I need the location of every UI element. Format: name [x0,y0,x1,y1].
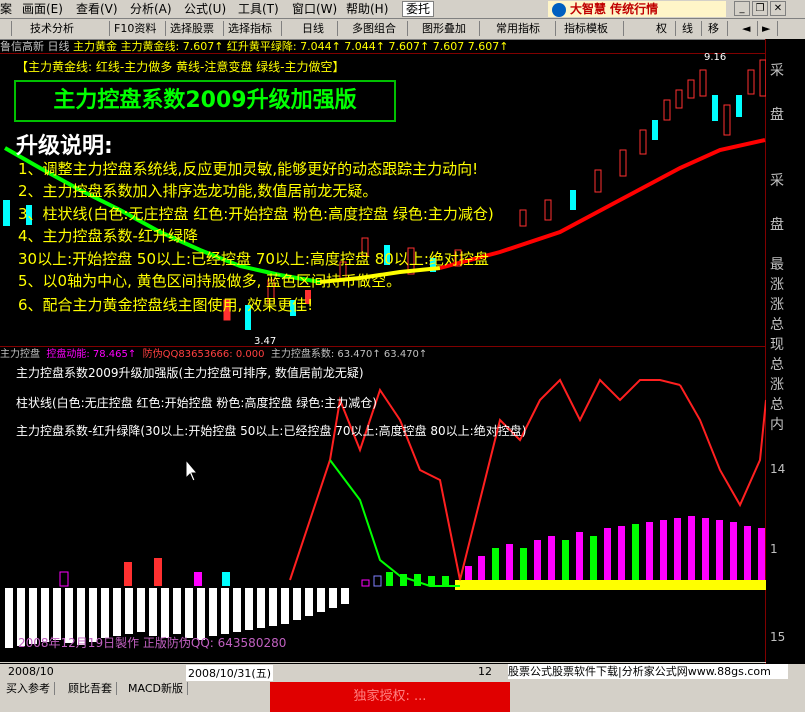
note-1: 1、调整主力控盘系统线,反应更加灵敏,能够更好的动态跟踪主力动向! [18,160,479,178]
indicator-coef: 主力控盘系数: 63.470↑ 63.470↑ [270,349,428,360]
watermark: 2008年12月19日製作 正版防伪QQ: 643580280 [18,636,287,650]
right-side-0: 最 [770,257,784,273]
indicator-label: 主力控盘 [0,349,40,360]
indicator-header: 主力控盘 控盘动能: 78.465↑ 防伪QQ83653666: 0.000 主… [0,348,427,362]
sub-note-1: 主力控盘系数2009升级加强版(主力控盘可排序, 数值居前龙无疑) [16,366,364,380]
indicator-anti: 防伪QQ83653666: 0.000 [142,349,265,360]
date-end: 12 [478,665,492,678]
right-side-1: 涨 [770,277,784,293]
upgrade-title: 升级说明: [16,134,113,159]
price-low-mark: 3.47 [254,336,277,347]
tab-macd[interactable]: MACD新版 [124,682,188,695]
site-banner[interactable]: 股票公式股票软件下载|分析家公式网www.88gs.com [508,664,788,679]
right-num-14: 14 [770,462,786,476]
right-side-2: 涨 [770,297,784,313]
date-cursor: 2008/10/31(五) [186,665,273,681]
right-side-8: 内 [770,417,784,433]
stock-indicators: 主力黄金 主力黄金线: 7.607↑ 红升黄平绿降: 7.044↑ 7.044↑… [73,40,509,53]
control-line-red [439,138,766,270]
license-banner: 独家授权: ... [270,682,510,712]
right-label-1: 采 [770,63,784,79]
tab-gubi[interactable]: 顾比吾套 [64,682,117,695]
bottom-bar: 2008/10 2008/10/31(五) 12 股票公式股票软件下载|分析家公… [0,664,805,712]
price-high-mark: 9.16 [704,52,727,63]
right-label-4: 盘 [770,217,784,233]
coef-line-green2 [679,384,767,508]
coef-line-green [329,459,460,587]
note-6: 6、配合主力黄金控盘线主图使用, 效果更佳! [18,296,314,314]
right-side-4: 现 [770,337,784,353]
tab-buy-ref[interactable]: 买入参考 [2,682,55,695]
right-side-7: 总 [770,397,784,413]
right-side-3: 总 [770,317,784,333]
sub-note-3: 主力控盘系数-红升绿降(30以上:开始控盘 50以上:已经控盘 70以上:高度控… [16,424,527,438]
right-label-3: 采 [770,173,784,189]
note-2: 2、主力控盘系数加入排序选龙功能,数值居前龙无疑。 [18,182,378,200]
note-3: 3、柱状线(白色:无庄控盘 红色:开始控盘 粉色:高度控盘 绿色:主力减仓) [18,205,494,223]
note-5: 5、以0轴为中心, 黄色区间持股做多, 蓝色区间持币做空。 [18,272,402,290]
headline-box: 主力控盘系数2009升级加强版 [14,80,396,122]
histogram [5,516,766,648]
right-side-6: 涨 [770,377,784,393]
note-4: 4、主力控盘系数-红升绿降 [18,227,198,245]
right-num-1: 1 [770,542,778,556]
right-label-2: 盘 [770,107,784,123]
right-num-15: 15 [770,630,786,644]
stock-name: 鲁信高新 日线 [0,40,70,53]
legend-line: 【主力黄金线: 红线-主力做多 黄线-注意变盘 绿线-主力做空】 [16,60,345,74]
date-start: 2008/10 [8,665,54,678]
cursor-icon [185,458,199,482]
note-4-detail: 30以上:开始控盘 50以上:已经控盘 70以上:高度控盘 80以上:绝对控盘 [18,250,489,268]
right-side-5: 总 [770,357,784,373]
sub-note-2: 柱状线(白色:无庄控盘 红色:开始控盘 粉色:高度控盘 绿色:主力减仓) [16,396,377,410]
indicator-kinetic: 控盘动能: 78.465↑ [46,349,137,360]
stock-info-line: 鲁信高新 日线 主力黄金 主力黄金线: 7.607↑ 红升黄平绿降: 7.044… [0,40,508,54]
